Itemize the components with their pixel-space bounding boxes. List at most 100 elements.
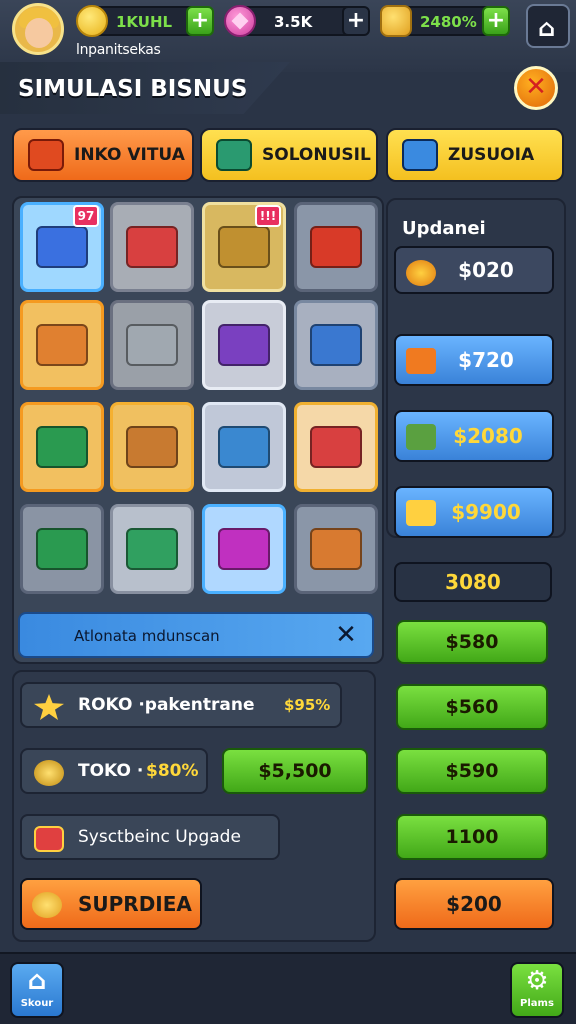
upgrade-price: 3080 — [445, 570, 501, 594]
close-button[interactable]: ✕ — [514, 66, 558, 110]
business-row-upgrade[interactable]: Sysctbeinc Upgade — [20, 814, 280, 860]
collect-button-2[interactable]: $560 — [396, 684, 548, 730]
upgrade-button-1[interactable]: $020 — [394, 246, 554, 294]
boxes-icon — [36, 324, 88, 366]
upgrade-price: $2080 — [453, 424, 523, 448]
tab-label: SOLONUSIL — [262, 145, 371, 165]
wooden-chest-icon — [310, 528, 362, 570]
red-bin-icon — [310, 226, 362, 268]
checkout-counter-icon — [310, 324, 362, 366]
freezer-icon — [218, 426, 270, 468]
boost-icon — [406, 348, 436, 374]
veg-cart-icon — [36, 528, 88, 570]
upgrade-button-5[interactable]: 3080 — [394, 562, 552, 602]
grocery-cart-icon — [310, 426, 362, 468]
row-price: $80% — [146, 761, 199, 781]
fridge-display-icon — [126, 528, 178, 570]
coin-bag-icon — [32, 892, 62, 918]
collect-button-4[interactable]: 1100 — [396, 814, 548, 860]
star-icon — [34, 694, 64, 720]
grid-item-slot[interactable] — [294, 300, 378, 390]
settings-nav-button[interactable]: ⚙ Plams — [510, 962, 564, 1018]
display-counter-icon — [126, 426, 178, 468]
upgrade-button-2[interactable]: $720 — [394, 334, 554, 386]
collect-button-3[interactable]: $590 — [396, 748, 548, 794]
player-avatar[interactable] — [12, 3, 64, 55]
add-crown-button[interactable]: + — [482, 6, 510, 36]
grid-item-slot[interactable] — [20, 504, 104, 594]
grid-item-slot[interactable] — [202, 402, 286, 492]
gold-coin-icon — [76, 5, 108, 37]
grid-item-slot[interactable] — [294, 202, 378, 292]
tab-zusuoia[interactable]: ZUSUOIA — [386, 128, 564, 182]
add-gold-button[interactable]: + — [186, 6, 214, 36]
upgrade-price: $720 — [458, 348, 514, 372]
crown-icon — [380, 5, 412, 37]
home-icon: ⌂ — [27, 966, 47, 996]
grid-item-slot[interactable]: 97 — [20, 202, 104, 292]
metal-cart-icon — [126, 324, 178, 366]
tab-label: ZUSUOIA — [448, 145, 535, 165]
add-gems-button[interactable]: + — [342, 6, 370, 36]
auto-manager-bar[interactable]: Atlonata mdunscan ✕ — [18, 612, 374, 658]
upgrade-button-4[interactable]: $9900 — [394, 486, 554, 538]
upgrades-title: Updanei — [402, 218, 486, 239]
gem-value: 3.5K — [274, 13, 313, 31]
shopping-cart-icon — [218, 226, 270, 268]
gear-icon: ⚙ — [525, 966, 549, 996]
gem-icon — [224, 5, 256, 37]
suprdiea-button[interactable]: SUPRDIEA — [20, 878, 202, 930]
avatar-face — [25, 18, 53, 48]
produce-crate-icon — [126, 226, 178, 268]
shop-corner-button[interactable]: ⌂ — [526, 4, 570, 48]
box-icon — [28, 139, 64, 171]
dismiss-icon[interactable]: ✕ — [330, 620, 362, 652]
coin-stack-icon — [34, 760, 64, 786]
collect-button-1[interactable]: $580 — [396, 620, 548, 664]
grid-item-slot[interactable] — [202, 504, 286, 594]
upgrade-price: $9900 — [451, 500, 521, 524]
grid-item-slot[interactable] — [110, 402, 194, 492]
tab-label: INKO VITUA — [74, 145, 185, 165]
grid-item-slot[interactable] — [294, 402, 378, 492]
gold-bar-icon — [406, 500, 436, 526]
row-label: TOKO · — [78, 761, 144, 781]
home-nav-button[interactable]: ⌂ Skour — [10, 962, 64, 1018]
gear-coin-icon — [406, 260, 436, 286]
grid-item-slot[interactable] — [20, 300, 104, 390]
crown-resource: 2480% + — [380, 5, 510, 37]
delivery-truck-icon — [36, 226, 88, 268]
row-label: Sysctbeinc Upgade — [78, 827, 241, 847]
crown-value: 2480% — [420, 13, 477, 31]
grid-item-slot[interactable] — [110, 300, 194, 390]
grid-item-slot[interactable] — [110, 504, 194, 594]
crate-icon — [216, 139, 252, 171]
upgrade-button-3[interactable]: $2080 — [394, 410, 554, 462]
house-icon: ⌂ — [538, 14, 556, 42]
new-badge: 97 — [73, 205, 99, 227]
grid-item-slot[interactable] — [294, 504, 378, 594]
tab-solonusil[interactable]: SOLONUSIL — [200, 128, 378, 182]
settings-nav-label: Plams — [520, 998, 554, 1009]
gift-icon — [34, 826, 64, 852]
business-row-roko[interactable]: ROKO ·pakentrane $95% — [20, 682, 342, 728]
toko-buy-button[interactable]: $5,500 — [222, 748, 368, 794]
cash-register-icon — [402, 139, 438, 171]
collect-button-5[interactable]: $200 — [394, 878, 554, 930]
page-title: SIMULASI BISNUS — [18, 76, 248, 102]
grid-item-slot[interactable]: !!! — [202, 202, 286, 292]
new-badge: !!! — [255, 205, 281, 227]
tab-inko-vitua[interactable]: INKO VITUA — [12, 128, 194, 182]
grid-item-slot[interactable] — [20, 402, 104, 492]
gold-resource: 1KUHL + — [76, 5, 214, 37]
footer-bar — [0, 952, 576, 1024]
gold-value: 1KUHL — [116, 13, 173, 31]
gem-resource: 3.5K + — [224, 5, 370, 37]
business-row-toko[interactable]: TOKO · $80% — [20, 748, 208, 794]
upgrade-price: $020 — [458, 258, 514, 282]
home-nav-label: Skour — [20, 998, 54, 1009]
grid-item-slot[interactable] — [202, 300, 286, 390]
row-price: $95% — [284, 696, 331, 714]
market-stall-icon — [36, 426, 88, 468]
grid-item-slot[interactable] — [110, 202, 194, 292]
